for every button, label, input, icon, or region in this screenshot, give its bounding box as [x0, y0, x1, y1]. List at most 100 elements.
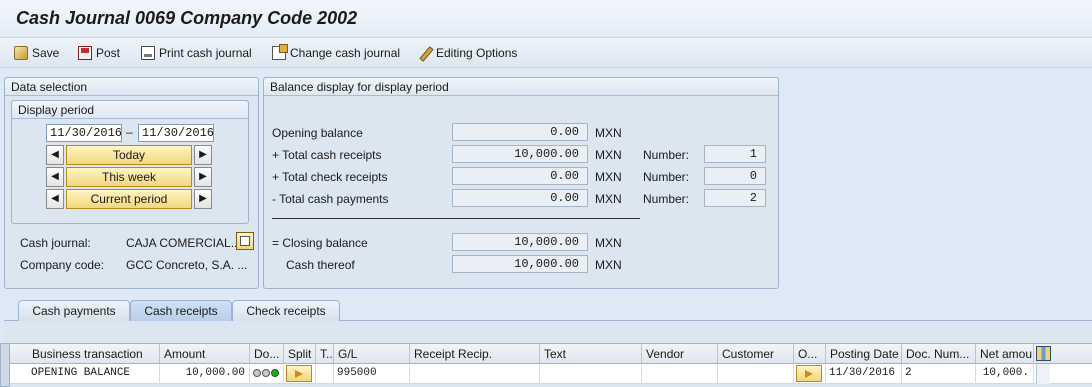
right-arrow-icon: ▶	[199, 193, 207, 204]
table-header: Business transaction Amount Do... Split …	[10, 343, 1092, 364]
col-business-transaction[interactable]: Business transaction	[28, 344, 160, 364]
display-period-title: Display period	[12, 101, 248, 119]
cell-posting-date[interactable]: 11/30/2016	[826, 364, 902, 384]
change-cash-journal-button[interactable]: Change cash journal	[272, 44, 400, 62]
editing-label: Editing Options	[436, 46, 518, 60]
date-to-field[interactable]: 11/30/2016	[138, 124, 214, 142]
split-arrow-icon[interactable]	[286, 365, 312, 382]
cash-journal-label: Cash journal:	[20, 236, 91, 250]
post-icon	[78, 46, 92, 60]
this-week-button[interactable]: This week	[66, 167, 192, 187]
opening-balance-amount: 0.00	[452, 123, 588, 141]
total-cash-payments-amount: 0.00	[452, 189, 588, 207]
opening-balance-label: Opening balance	[272, 126, 363, 140]
title-bar: Cash Journal 0069 Company Code 2002	[0, 0, 1092, 38]
currency-label: MXN	[595, 192, 622, 206]
next-period-button[interactable]: ▶	[194, 189, 212, 209]
save-icon	[14, 46, 28, 60]
company-code-value: GCC Concreto, S.A. ...	[126, 258, 248, 272]
total-cash-receipts-amount: 10,000.00	[452, 145, 588, 163]
col-customer[interactable]: Customer	[718, 344, 794, 364]
previous-week-button[interactable]: ◀	[46, 167, 64, 187]
total-check-receipts-label: + Total check receipts	[272, 170, 388, 184]
post-label: Post	[96, 46, 121, 60]
col-net-amount[interactable]: Net amou	[976, 344, 1034, 364]
cell-vendor[interactable]	[642, 364, 718, 384]
col-amount[interactable]: Amount	[160, 344, 250, 364]
cell-text[interactable]	[540, 364, 642, 384]
pencil-icon	[418, 46, 432, 60]
cash-journal-select-button[interactable]	[236, 232, 254, 250]
cell-amount[interactable]: 10,000.00	[160, 364, 250, 384]
current-period-button[interactable]: Current period	[66, 189, 192, 209]
cell-tax[interactable]	[316, 364, 334, 384]
left-arrow-icon: ◀	[51, 193, 59, 204]
right-arrow-icon: ▶	[199, 149, 207, 160]
cell-receipt-recipient[interactable]	[410, 364, 540, 384]
tab-cash-payments[interactable]: Cash payments	[18, 300, 130, 321]
total-check-receipts-amount: 0.00	[452, 167, 588, 185]
tab-check-receipts[interactable]: Check receipts	[232, 300, 340, 321]
application-toolbar: Save Post Print cash journal Change cash…	[0, 38, 1092, 68]
cell-doc-number[interactable]: 2	[902, 364, 976, 384]
col-split[interactable]: Split	[284, 344, 316, 364]
editing-options-button[interactable]: Editing Options	[418, 44, 517, 62]
cell-net-amount[interactable]: 10,000.	[976, 364, 1034, 384]
col-receipt-recipient[interactable]: Receipt Recip.	[410, 344, 540, 364]
cash-journal-value: CAJA COMERCIAL...	[126, 236, 241, 250]
printer-icon	[141, 46, 155, 60]
currency-label: MXN	[595, 258, 622, 272]
page-title: Cash Journal 0069 Company Code 2002	[16, 8, 358, 28]
next-week-button[interactable]: ▶	[194, 167, 212, 187]
print-label: Print cash journal	[159, 46, 252, 60]
cash-thereof-amount: 10,000.00	[452, 255, 588, 273]
today-button[interactable]: Today	[66, 145, 192, 165]
status-light-grey-icon	[262, 369, 270, 377]
cash-receipts-count: 1	[704, 145, 766, 163]
change-label: Change cash journal	[290, 46, 401, 60]
detail-arrow-icon[interactable]	[796, 365, 822, 382]
currency-label: MXN	[595, 126, 622, 140]
col-other[interactable]: O...	[794, 344, 826, 364]
col-text[interactable]: Text	[540, 344, 642, 364]
date-from-field[interactable]: 11/30/2016	[46, 124, 122, 142]
totals-divider	[272, 218, 640, 219]
cell-gl[interactable]: 995000	[334, 364, 410, 384]
col-posting-date[interactable]: Posting Date	[826, 344, 902, 364]
left-arrow-icon: ◀	[51, 171, 59, 182]
left-arrow-icon: ◀	[51, 149, 59, 160]
col-doc-number[interactable]: Doc. Num...	[902, 344, 976, 364]
cell-business-transaction[interactable]: OPENING BALANCE	[28, 364, 160, 384]
col-tax[interactable]: T..	[316, 344, 334, 364]
status-light-grey-icon	[253, 369, 261, 377]
save-label: Save	[32, 46, 60, 60]
previous-day-button[interactable]: ◀	[46, 145, 64, 165]
vertical-scrollbar[interactable]	[1036, 364, 1050, 384]
check-receipts-count: 0	[704, 167, 766, 185]
table-row[interactable]: OPENING BALANCE 10,000.00 995000 11/30/2…	[10, 364, 1092, 384]
cell-customer[interactable]	[718, 364, 794, 384]
cash-payments-count: 2	[704, 189, 766, 207]
closing-balance-label: = Closing balance	[272, 236, 368, 250]
previous-period-button[interactable]: ◀	[46, 189, 64, 209]
total-cash-receipts-label: + Total cash receipts	[272, 148, 382, 162]
data-selection-panel: Data selection Display period 11/30/2016…	[4, 77, 259, 289]
layout-settings-icon[interactable]	[1036, 346, 1051, 361]
row-selector-column[interactable]	[0, 343, 10, 387]
cash-thereof-label: Cash thereof	[286, 258, 355, 272]
tab-cash-receipts[interactable]: Cash receipts	[130, 300, 232, 321]
post-button[interactable]: Post	[78, 44, 120, 62]
save-button[interactable]: Save	[14, 44, 59, 62]
next-day-button[interactable]: ▶	[194, 145, 212, 165]
print-cash-journal-button[interactable]: Print cash journal	[141, 44, 252, 62]
number-label: Number:	[643, 192, 690, 206]
currency-label: MXN	[595, 170, 622, 184]
col-vendor[interactable]: Vendor	[642, 344, 718, 364]
closing-balance-amount: 10,000.00	[452, 233, 588, 251]
cell-split	[284, 364, 316, 384]
company-code-label: Company code:	[20, 258, 105, 272]
data-selection-title: Data selection	[5, 78, 258, 96]
currency-label: MXN	[595, 148, 622, 162]
col-doc-status[interactable]: Do...	[250, 344, 284, 364]
col-gl[interactable]: G/L	[334, 344, 410, 364]
